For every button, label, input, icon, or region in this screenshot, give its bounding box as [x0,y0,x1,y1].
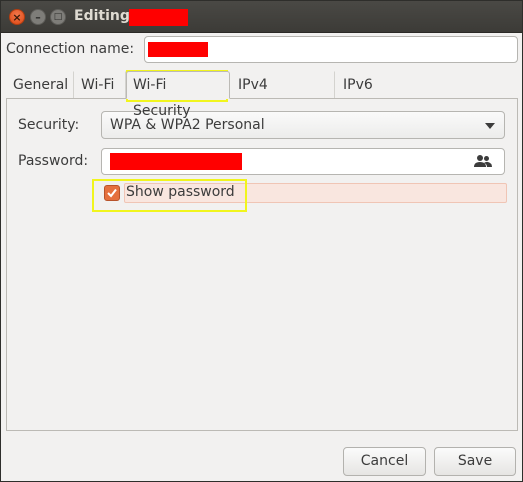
minimize-window-button[interactable]: – [30,9,46,25]
edit-connection-window: × – □ Editing Connection name: General W… [0,0,523,482]
connection-name-label: Connection name: [6,41,135,57]
title-bar: × – □ Editing [1,1,522,33]
security-label: Security: [18,117,80,133]
tab-wifi-label: Wi-Fi [81,77,115,93]
tab-wifi[interactable]: Wi-Fi [74,71,126,99]
save-button[interactable]: Save [434,447,516,476]
tab-general[interactable]: General [6,71,74,99]
redacted-title [129,9,188,26]
cancel-button[interactable]: Cancel [343,447,426,476]
password-input[interactable] [101,148,505,175]
tab-ipv4-settings[interactable]: IPv4 Settings [231,71,335,119]
password-label: Password: [18,153,89,169]
chevron-down-icon [485,123,495,129]
tab-wifi-security[interactable]: Wi-Fi Security [126,71,230,119]
tab-wifi-security-label: Wi-Fi Security [133,77,191,119]
connection-name-input[interactable] [144,36,518,63]
users-icon[interactable] [474,154,492,172]
close-window-button[interactable]: × [9,9,25,25]
redacted-password [110,153,242,170]
tab-ipv6-settings[interactable]: IPv6 Settings [336,71,436,119]
redacted-connection-name [148,42,208,57]
tab-general-label: General [13,77,69,93]
highlight-box-checkbox [92,179,247,212]
window-title: Editing [74,8,130,24]
maximize-window-button[interactable]: □ [50,9,66,25]
